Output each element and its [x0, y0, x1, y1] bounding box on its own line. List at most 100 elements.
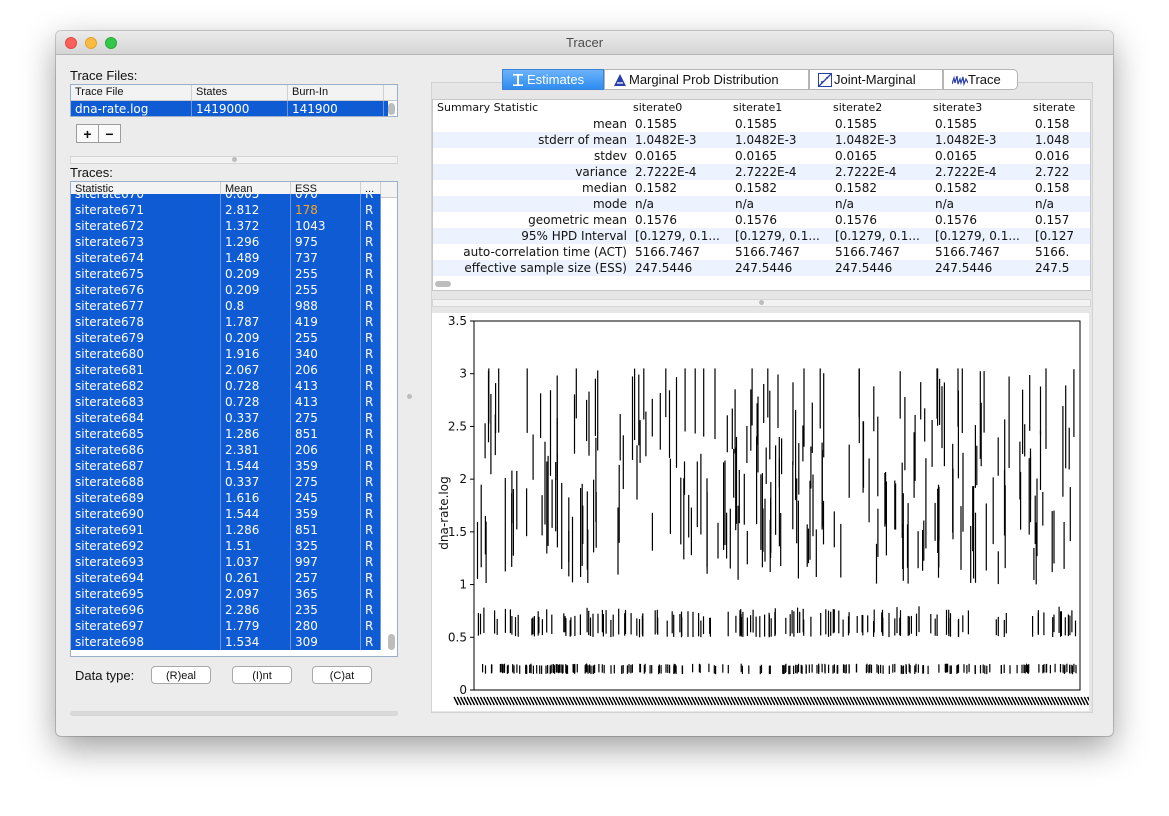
trace-statistic: siterate670 [71, 194, 221, 202]
trace-row[interactable]: siterate692 1.51 325 R [71, 538, 381, 554]
trace-row[interactable]: siterate674 1.489 737 R [71, 250, 381, 266]
trace-statistic: siterate674 [71, 250, 221, 266]
trace-statistic: siterate676 [71, 282, 221, 298]
trace-type: R [361, 458, 381, 474]
trace-statistic: siterate684 [71, 410, 221, 426]
trace-type: R [361, 522, 381, 538]
trace-row[interactable]: siterate676 0.209 255 R [71, 282, 381, 298]
trace-type: R [361, 394, 381, 410]
trace-mean: 1.286 [221, 426, 291, 442]
summary-value: 0.0165 [735, 149, 777, 163]
trace-row[interactable]: siterate690 1.544 359 R [71, 506, 381, 522]
trace-row[interactable]: siterate694 0.261 257 R [71, 570, 381, 586]
trace-row[interactable]: siterate688 0.337 275 R [71, 474, 381, 490]
trace-row[interactable]: siterate683 0.728 413 R [71, 394, 381, 410]
y-tick-label: 1 [459, 578, 467, 592]
y-tick-label: 3 [459, 367, 467, 381]
remove-trace-file-button[interactable]: − [98, 124, 121, 143]
trace-row[interactable]: siterate677 0.8 988 R [71, 298, 381, 314]
trace-mean: 2.381 [221, 442, 291, 458]
summary-value: 0.0165 [635, 149, 677, 163]
trace-row[interactable]: siterate686 2.381 206 R [71, 442, 381, 458]
trace-row[interactable]: siterate672 1.372 1043 R [71, 218, 381, 234]
trace-file-row[interactable]: dna-rate.log 1419000 141900 [71, 101, 388, 116]
trace-mean: 0.261 [221, 570, 291, 586]
trace-type: R [361, 314, 381, 330]
summary-value: 0.1576 [835, 213, 877, 227]
vertical-split-handle[interactable] [407, 394, 412, 399]
trace-row[interactable]: siterate697 1.779 280 R [71, 618, 381, 634]
y-tick-label: 0 [459, 683, 467, 697]
trace-type: R [361, 426, 381, 442]
trace-row[interactable]: siterate673 1.296 975 R [71, 234, 381, 250]
left-bottom-scrollbar[interactable] [70, 711, 398, 716]
summary-value: 247.5446 [735, 261, 793, 275]
trace-row-partial[interactable]: siterate670 0.005 070 R [71, 194, 381, 202]
trace-row[interactable]: siterate696 2.286 235 R [71, 602, 381, 618]
column-header-trace-file[interactable]: Trace File [71, 85, 192, 100]
summary-column-header[interactable]: siterate0 [633, 100, 729, 116]
tab-marginal-prob-distribution[interactable]: Marginal Prob Distribution [604, 69, 809, 90]
trace-row[interactable]: siterate679 0.209 255 R [71, 330, 381, 346]
trace-row[interactable]: siterate693 1.037 997 R [71, 554, 381, 570]
summary-value: 0.1582 [835, 181, 877, 195]
tab-joint-marginal[interactable]: Joint-Marginal [809, 69, 943, 90]
trace-row[interactable]: siterate678 1.787 419 R [71, 314, 381, 330]
trace-mean: 0.209 [221, 266, 291, 282]
trace-mean: 1.544 [221, 458, 291, 474]
summary-column-header[interactable]: siterate1 [733, 100, 829, 116]
summary-statistics-table: Summary Statistic siterate0 siterate1 site… [432, 99, 1091, 291]
summary-row: stderr of mean 1.0482E-3 1.0482E-3 1.0482E-… [433, 132, 1090, 148]
trace-mean: 2.812 [221, 202, 291, 218]
trace-file-burn-in[interactable]: 141900 [288, 101, 384, 116]
trace-row[interactable]: siterate681 2.067 206 R [71, 362, 381, 378]
trace-row[interactable]: siterate698 1.534 309 R [71, 634, 381, 650]
left-split-divider[interactable] [70, 156, 398, 164]
real-type-button[interactable]: (R)eal [151, 666, 211, 684]
trace-ess: 997 [291, 554, 361, 570]
traces-scrollbar[interactable] [388, 634, 395, 650]
column-header-burn-in[interactable]: Burn-In [288, 85, 384, 100]
tab-trace[interactable]: Trace [943, 69, 1018, 90]
trace-files-scrollbar[interactable] [388, 103, 395, 115]
summary-header-label[interactable]: Summary Statistic [437, 100, 627, 116]
summary-value: 0.0165 [835, 149, 877, 163]
summary-value: 247.5 [1035, 261, 1070, 275]
tab-estimates[interactable]: Estimates [502, 69, 604, 90]
summary-column-header[interactable]: siterate2 [833, 100, 929, 116]
trace-statistic: siterate680 [71, 346, 221, 362]
trace-row[interactable]: siterate680 1.916 340 R [71, 346, 381, 362]
column-header-states[interactable]: States [192, 85, 288, 100]
int-type-button[interactable]: (I)nt [232, 666, 292, 684]
summary-value: 0.1585 [835, 117, 877, 131]
trace-row[interactable]: siterate675 0.209 255 R [71, 266, 381, 282]
trace-row[interactable]: siterate691 1.286 851 R [71, 522, 381, 538]
summary-value: 0.1582 [735, 181, 777, 195]
summary-row: mode n/a n/a n/a n/a n/a [433, 196, 1090, 212]
summary-column-header[interactable]: siterate [1033, 100, 1090, 116]
trace-row[interactable]: siterate689 1.616 245 R [71, 490, 381, 506]
trace-type: R [361, 202, 381, 218]
trace-row[interactable]: siterate695 2.097 365 R [71, 586, 381, 602]
trace-row[interactable]: siterate687 1.544 359 R [71, 458, 381, 474]
summary-row-label: stdev [593, 149, 627, 163]
summary-value: [0.1279, 0.1... [835, 229, 920, 243]
summary-column-header[interactable]: siterate3 [933, 100, 1029, 116]
trace-row[interactable]: siterate671 2.812 178 R [71, 202, 381, 218]
summary-horizontal-scrollbar[interactable] [435, 281, 451, 287]
traces-label: Traces: [70, 165, 113, 180]
right-split-divider[interactable] [432, 299, 1091, 307]
cat-type-button[interactable]: (C)at [312, 666, 372, 684]
summary-row-label: mean [592, 117, 627, 131]
trace-row[interactable]: siterate684 0.337 275 R [71, 410, 381, 426]
trace-row[interactable]: siterate682 0.728 413 R [71, 378, 381, 394]
trace-type: R [361, 442, 381, 458]
trace-type: R [361, 570, 381, 586]
trace-ess: 413 [291, 394, 361, 410]
summary-value: n/a [835, 197, 855, 211]
trace-ess: 1043 [291, 218, 361, 234]
trace-row[interactable]: siterate685 1.286 851 R [71, 426, 381, 442]
summary-value: 2.7222E-4 [935, 165, 997, 179]
summary-value: 0.1582 [935, 181, 977, 195]
add-trace-file-button[interactable]: + [76, 124, 99, 143]
